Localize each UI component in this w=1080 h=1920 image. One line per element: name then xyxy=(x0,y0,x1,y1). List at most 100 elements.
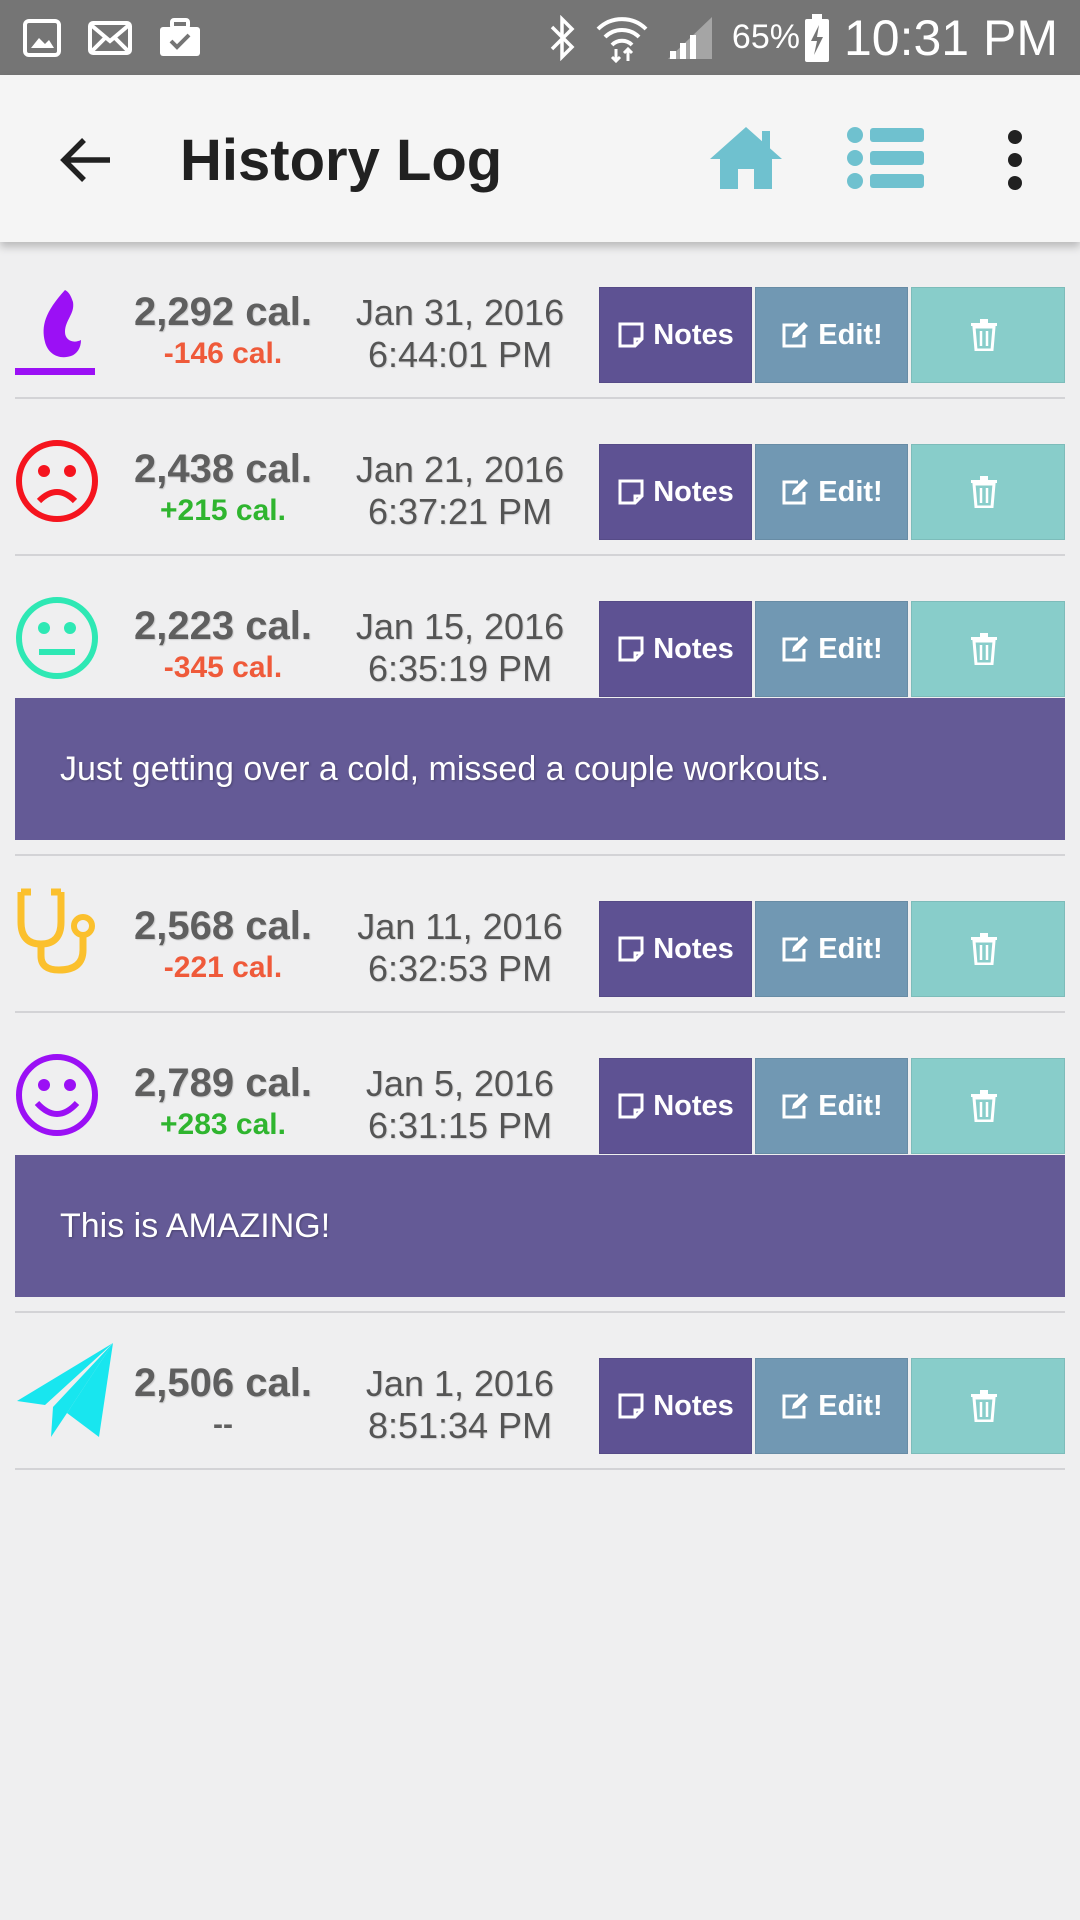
entry-datetime: Jan 11, 2016 6:32:53 PM xyxy=(335,906,585,990)
flame-icon xyxy=(15,290,95,375)
edit-button[interactable]: Edit! xyxy=(755,1358,908,1454)
trash-icon xyxy=(971,1090,997,1122)
entry-datetime: Jan 1, 2016 8:51:34 PM xyxy=(335,1363,585,1447)
trash-icon xyxy=(971,319,997,351)
history-entry: 2,789 cal. +283 cal. Jan 5, 2016 6:31:15… xyxy=(15,1013,1065,1313)
calorie-delta: +215 cal. xyxy=(160,494,286,527)
calorie-value: 2,223 cal. xyxy=(134,604,312,648)
page-title: History Log xyxy=(180,128,503,193)
calorie-value: 2,438 cal. xyxy=(134,447,312,491)
note-panel: Just getting over a cold, missed a coupl… xyxy=(15,698,1065,840)
back-button[interactable] xyxy=(50,125,120,195)
note-text: This is AMAZING! xyxy=(60,1206,331,1245)
notes-button[interactable]: Notes xyxy=(599,901,752,997)
note-icon xyxy=(618,322,644,348)
trash-icon xyxy=(971,633,997,665)
notes-label: Notes xyxy=(653,932,734,965)
notification-icons xyxy=(22,17,228,58)
calorie-delta: -146 cal. xyxy=(163,337,283,370)
entry-date: Jan 21, 2016 xyxy=(355,449,565,490)
entry-datetime: Jan 5, 2016 6:31:15 PM xyxy=(335,1063,585,1147)
task-briefcase-icon xyxy=(160,17,200,56)
edit-label: Edit! xyxy=(818,1389,883,1422)
delete-button[interactable] xyxy=(911,901,1065,997)
calorie-summary: 2,789 cal. +283 cal. xyxy=(123,1061,323,1142)
note-icon xyxy=(618,1093,644,1119)
history-entry: 2,223 cal. -345 cal. Jan 15, 2016 6:35:1… xyxy=(15,556,1065,856)
entry-datetime: Jan 15, 2016 6:35:19 PM xyxy=(335,606,585,690)
edit-label: Edit! xyxy=(818,475,883,508)
entry-datetime: Jan 21, 2016 6:37:21 PM xyxy=(335,449,585,533)
calorie-delta: -221 cal. xyxy=(163,951,283,984)
home-button[interactable] xyxy=(708,123,784,193)
happy-face-icon xyxy=(16,1054,98,1136)
sad-face-icon xyxy=(16,440,98,522)
edit-icon xyxy=(782,322,809,348)
edit-button[interactable]: Edit! xyxy=(755,1058,908,1154)
system-icons: 65% 10:31 PM xyxy=(530,9,1058,67)
delete-button[interactable] xyxy=(911,287,1065,383)
entry-time: 6:32:53 PM xyxy=(367,948,553,989)
delete-button[interactable] xyxy=(911,1358,1065,1454)
edit-button[interactable]: Edit! xyxy=(755,444,908,540)
entry-date: Jan 15, 2016 xyxy=(355,606,565,647)
delete-button[interactable] xyxy=(911,1058,1065,1154)
trash-icon xyxy=(971,1390,997,1422)
trash-icon xyxy=(971,476,997,508)
entry-date: Jan 11, 2016 xyxy=(357,906,563,947)
delete-button[interactable] xyxy=(911,601,1065,697)
clock: 10:31 PM xyxy=(843,9,1058,66)
notes-button[interactable]: Notes xyxy=(599,601,752,697)
edit-icon xyxy=(782,1393,809,1419)
calorie-delta: -- xyxy=(213,1408,233,1441)
notes-button[interactable]: Notes xyxy=(599,444,752,540)
edit-button[interactable]: Edit! xyxy=(755,601,908,697)
notes-label: Notes xyxy=(653,1089,734,1122)
calorie-value: 2,292 cal. xyxy=(134,290,312,334)
edit-icon xyxy=(782,479,809,505)
entry-date: Jan 31, 2016 xyxy=(355,292,565,333)
entry-date: Jan 1, 2016 xyxy=(365,1363,555,1404)
calorie-summary: 2,568 cal. -221 cal. xyxy=(123,904,323,985)
notes-button[interactable]: Notes xyxy=(599,1058,752,1154)
calorie-value: 2,568 cal. xyxy=(134,904,312,948)
entry-time: 6:44:01 PM xyxy=(367,334,553,375)
note-icon xyxy=(618,936,644,962)
list-icon xyxy=(847,127,924,189)
calorie-delta: -345 cal. xyxy=(163,651,283,684)
battery-charging-icon xyxy=(804,13,829,62)
history-entry: 2,438 cal. +215 cal. Jan 21, 2016 6:37:2… xyxy=(15,399,1065,556)
entry-time: 6:35:19 PM xyxy=(367,648,553,689)
edit-label: Edit! xyxy=(818,632,883,665)
history-entry: 2,506 cal. -- Jan 1, 2016 8:51:34 PM Not… xyxy=(15,1313,1065,1470)
note-icon xyxy=(618,636,644,662)
gallery-icon xyxy=(23,18,61,57)
more-vert-icon xyxy=(1008,130,1022,190)
calorie-summary: 2,292 cal. -146 cal. xyxy=(123,290,323,371)
calorie-summary: 2,223 cal. -345 cal. xyxy=(123,604,323,685)
history-entry: 2,292 cal. -146 cal. Jan 31, 2016 6:44:0… xyxy=(15,242,1065,399)
entry-time: 6:31:15 PM xyxy=(367,1105,553,1146)
edit-label: Edit! xyxy=(818,318,883,351)
entry-time: 8:51:34 PM xyxy=(367,1405,553,1446)
notes-button[interactable]: Notes xyxy=(599,287,752,383)
notes-label: Notes xyxy=(653,1389,734,1422)
history-list: 2,292 cal. -146 cal. Jan 31, 2016 6:44:0… xyxy=(0,242,1080,1470)
note-text: Just getting over a cold, missed a coupl… xyxy=(60,749,830,788)
notes-label: Notes xyxy=(653,632,734,665)
list-view-button[interactable] xyxy=(846,125,926,191)
calorie-summary: 2,438 cal. +215 cal. xyxy=(123,447,323,528)
more-options-button[interactable] xyxy=(995,125,1035,195)
calorie-value: 2,789 cal. xyxy=(134,1061,312,1105)
delete-button[interactable] xyxy=(911,444,1065,540)
edit-button[interactable]: Edit! xyxy=(755,901,908,997)
app-bar: History Log xyxy=(0,75,1080,242)
entry-time: 6:37:21 PM xyxy=(367,491,553,532)
stethoscope-icon xyxy=(17,888,95,974)
back-arrow-icon xyxy=(60,138,110,182)
entry-datetime: Jan 31, 2016 6:44:01 PM xyxy=(335,292,585,376)
notes-button[interactable]: Notes xyxy=(599,1358,752,1454)
calorie-value: 2,506 cal. xyxy=(134,1361,312,1405)
notes-label: Notes xyxy=(653,318,734,351)
edit-button[interactable]: Edit! xyxy=(755,287,908,383)
